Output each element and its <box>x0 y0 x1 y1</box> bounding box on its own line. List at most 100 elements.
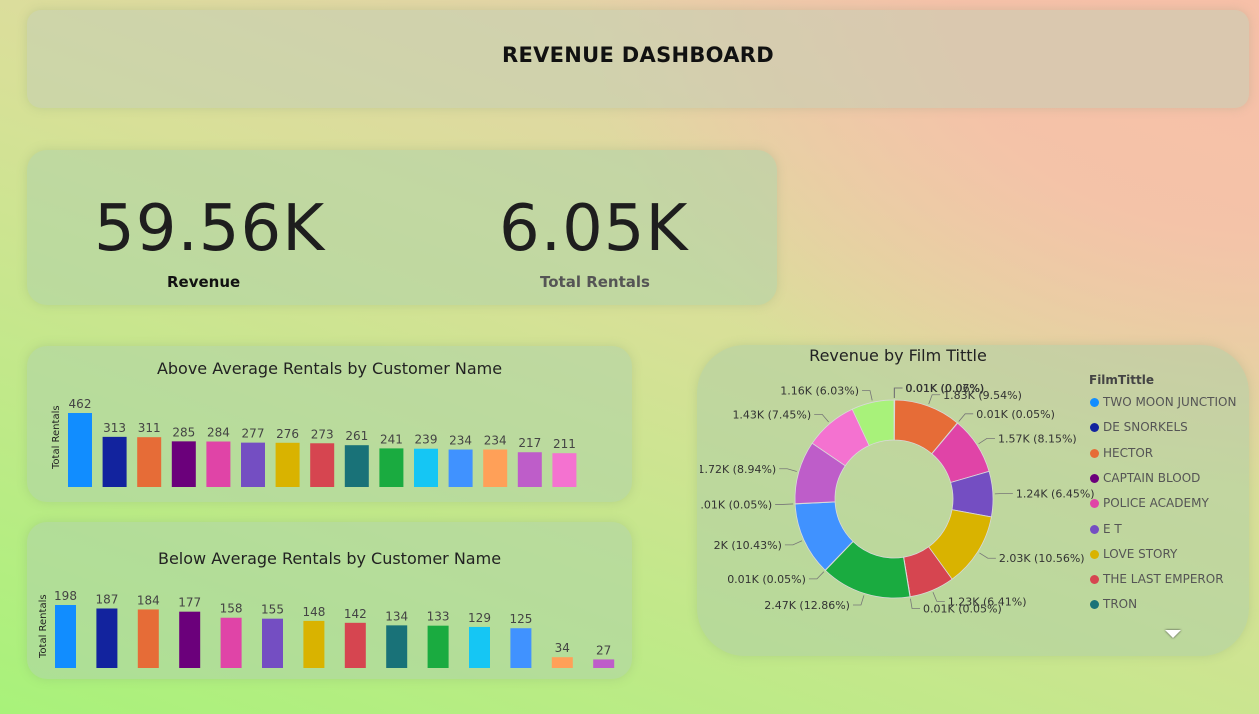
donut-data-label: 0.01K (0.05%) <box>727 573 806 586</box>
above-average-data-label: 277 <box>242 427 265 441</box>
legend-item[interactable]: TRON <box>1090 597 1137 611</box>
below-average-bar[interactable] <box>386 625 408 668</box>
above-average-bar[interactable] <box>552 453 577 487</box>
legend-color-dot-icon <box>1090 524 1099 534</box>
below-average-bar[interactable] <box>220 617 242 668</box>
below-average-bar[interactable] <box>510 628 532 668</box>
legend-item[interactable]: HECTOR <box>1090 446 1153 460</box>
donut-data-label: 1.43K (7.45%) <box>732 408 811 421</box>
below-average-chart-panel[interactable]: Below Average Rentals by Customer Name T… <box>27 522 632 679</box>
above-average-data-label: 234 <box>484 434 507 448</box>
legend-item[interactable]: E T <box>1090 522 1122 536</box>
donut-data-label: 2.03K (10.56%) <box>999 552 1085 565</box>
donut-data-label: 1.83K (9.54%) <box>943 389 1022 402</box>
revenue-by-film-donut-chart[interactable]: 0.01K (0.07%)0.01K (0.06%)1.83K (9.54%)0… <box>700 372 1100 672</box>
legend-item[interactable]: LOVE STORY <box>1090 547 1177 561</box>
below-average-bar[interactable] <box>551 657 573 668</box>
below-average-data-label: 148 <box>302 605 325 619</box>
above-average-data-label: 234 <box>449 434 472 448</box>
above-average-bar[interactable] <box>68 413 92 487</box>
above-average-bar[interactable] <box>414 448 438 487</box>
legend-item-label: CAPTAIN BLOOD <box>1103 470 1201 485</box>
above-average-bar[interactable] <box>137 437 162 487</box>
above-average-bar[interactable] <box>344 445 369 487</box>
legend-item-label: HECTOR <box>1103 445 1154 460</box>
below-average-bar[interactable] <box>303 620 325 668</box>
dashboard-title: REVENUE DASHBOARD <box>501 43 775 67</box>
above-average-chart-panel[interactable]: Above Average Rentals by Customer Name T… <box>27 346 632 502</box>
legend-item[interactable]: THE LAST EMPEROR <box>1090 572 1224 586</box>
legend-color-dot-icon <box>1090 398 1099 407</box>
kpi-card: 59.56K Revenue 6.05K Total Rentals <box>27 150 777 305</box>
above-average-data-label: 276 <box>276 427 299 441</box>
legend-item[interactable]: POLICE ACADEMY <box>1090 496 1209 510</box>
donut-data-label: 2K (10.43%) <box>714 539 782 552</box>
below-average-bar[interactable] <box>179 611 201 668</box>
below-average-data-label: 133 <box>427 610 450 624</box>
above-average-data-label: 261 <box>345 429 368 443</box>
above-average-data-label: 217 <box>518 436 541 450</box>
above-average-data-label: 462 <box>69 397 92 411</box>
above-average-bar[interactable] <box>171 441 196 487</box>
legend-title: FilmTittle <box>1089 373 1154 387</box>
above-average-data-label: 211 <box>553 437 576 451</box>
revenue-label: Revenue <box>167 273 241 291</box>
donut-data-label: 0.01K (0.05%) <box>923 603 1002 616</box>
legend-item-label: LOVE STORY <box>1103 546 1178 561</box>
above-average-bar[interactable] <box>448 449 473 487</box>
below-average-bar[interactable] <box>344 622 366 668</box>
below-average-bar[interactable] <box>427 625 449 668</box>
above-average-data-label: 239 <box>415 433 438 447</box>
below-average-bar[interactable] <box>55 605 76 668</box>
below-average-data-label: 187 <box>95 593 118 607</box>
below-average-bar[interactable] <box>137 609 159 668</box>
above-average-data-label: 273 <box>311 427 334 441</box>
legend-color-dot-icon <box>1090 575 1099 585</box>
below-average-data-label: 184 <box>137 593 160 607</box>
revenue-by-film-title: Revenue by Film Tittle <box>809 346 987 365</box>
above-average-data-label: 313 <box>103 421 126 435</box>
above-average-data-label: 285 <box>172 425 195 439</box>
legend-item-label: DE SNORKELS <box>1103 420 1188 435</box>
legend-color-dot-icon <box>1090 423 1099 433</box>
legend-color-dot-icon <box>1090 499 1099 509</box>
legend-scroll-down-icon[interactable] <box>1165 630 1181 638</box>
below-average-data-label: 155 <box>261 603 284 617</box>
above-average-bar-chart[interactable]: 462 313 311 285 284 277 276 273 261 241 239 234 234 2… <box>27 346 632 502</box>
below-average-bar[interactable] <box>96 608 118 669</box>
below-average-bar[interactable] <box>262 618 283 668</box>
below-average-data-label: 158 <box>220 602 243 616</box>
below-average-data-label: 198 <box>54 589 77 603</box>
legend-color-dot-icon <box>1090 600 1099 610</box>
below-average-data-label: 129 <box>468 611 491 625</box>
below-average-bar[interactable] <box>593 659 615 668</box>
legend-item-label: TRON <box>1103 597 1138 612</box>
above-average-bar[interactable] <box>483 449 508 487</box>
legend-item[interactable]: TWO MOON JUNCTION <box>1090 395 1236 409</box>
legend-color-dot-icon <box>1090 473 1099 483</box>
above-average-bar[interactable] <box>517 452 542 487</box>
above-average-bar[interactable] <box>102 436 127 487</box>
below-average-data-label: 125 <box>509 612 532 626</box>
legend-item-label: THE LAST EMPEROR <box>1103 572 1224 587</box>
above-average-bar[interactable] <box>206 441 231 487</box>
legend-item-label: E T <box>1103 521 1122 536</box>
legend-item[interactable]: DE SNORKELS <box>1090 420 1188 434</box>
donut-data-label: 0.01K (0.05%) <box>700 498 772 511</box>
legend-color-dot-icon <box>1090 549 1099 559</box>
above-average-bar[interactable] <box>275 442 300 487</box>
donut-data-label: 2.47K (12.86%) <box>764 599 850 612</box>
total-rentals-label: Total Rentals <box>540 273 650 291</box>
above-average-bar[interactable] <box>241 442 265 487</box>
donut-data-label: 1.57K (8.15%) <box>998 432 1077 445</box>
below-average-bar[interactable] <box>469 626 490 668</box>
legend-item-label: POLICE ACADEMY <box>1103 496 1209 511</box>
above-average-bar[interactable] <box>379 448 404 487</box>
legend-color-dot-icon <box>1090 448 1099 458</box>
donut-data-label: 1.16K (6.03%) <box>780 385 859 398</box>
below-average-bar-chart[interactable]: 198 187 184 177 158 155 148 142 134 133 129 125 34 27 <box>27 522 632 679</box>
legend-item[interactable]: CAPTAIN BLOOD <box>1090 471 1200 485</box>
above-average-bar[interactable] <box>310 443 335 487</box>
below-average-data-label: 27 <box>596 643 611 657</box>
title-panel: REVENUE DASHBOARD <box>27 10 1249 108</box>
